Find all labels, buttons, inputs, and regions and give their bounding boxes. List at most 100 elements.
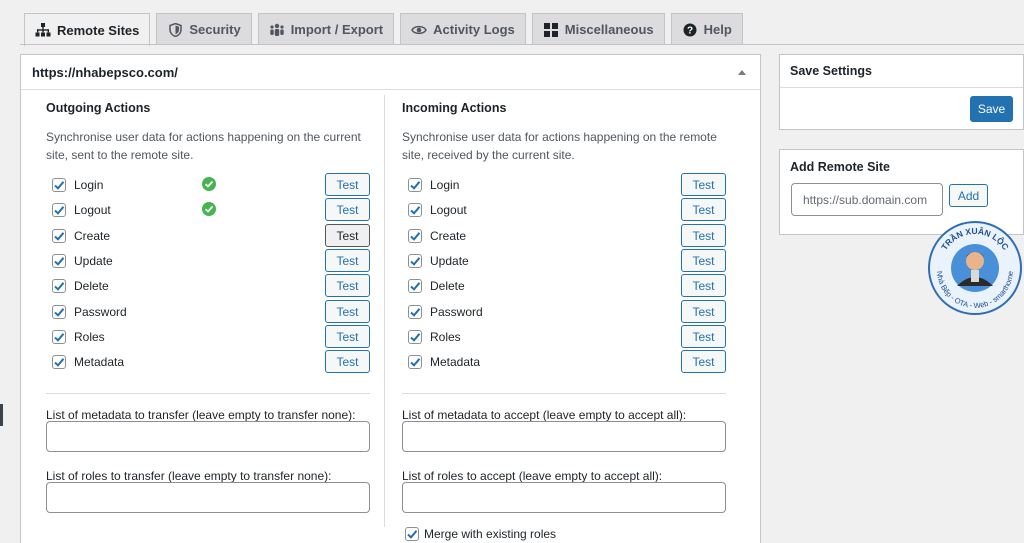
remote-site-url-input[interactable]	[791, 183, 943, 216]
incoming-description: Synchronise user data for actions happen…	[402, 130, 717, 162]
checkbox[interactable]	[52, 279, 66, 293]
add-site-button[interactable]: Add	[949, 184, 988, 207]
tab-label: Activity Logs	[433, 22, 515, 37]
checkbox[interactable]	[52, 254, 66, 268]
checkbox[interactable]	[408, 254, 422, 268]
collapse-toggle-icon[interactable]	[735, 65, 749, 79]
action-label: Login	[74, 178, 104, 192]
action-label: Logout	[430, 203, 467, 217]
outgoing-action-row: Update Test	[52, 249, 370, 273]
sitemap-icon	[35, 22, 51, 38]
test-button[interactable]: Test	[681, 274, 726, 297]
metadata-accept-input[interactable]	[402, 421, 726, 452]
test-button[interactable]: Test	[325, 224, 370, 247]
save-settings-box: Save Settings Save	[779, 54, 1024, 130]
test-button[interactable]: Test	[681, 350, 726, 373]
grid-icon	[543, 22, 559, 38]
checkbox[interactable]	[52, 330, 66, 344]
checkbox[interactable]	[408, 203, 422, 217]
checkbox[interactable]	[52, 203, 66, 217]
test-button[interactable]: Test	[681, 249, 726, 272]
checkbox[interactable]	[408, 279, 422, 293]
test-button[interactable]: Test	[325, 350, 370, 373]
test-button[interactable]: Test	[681, 198, 726, 221]
remote-site-panel: https://nhabepsco.com/ Outgoing Actions …	[20, 54, 761, 543]
test-button[interactable]: Test	[325, 198, 370, 221]
checkbox[interactable]	[408, 229, 422, 243]
roles-transfer-input[interactable]	[46, 482, 370, 513]
tab-security[interactable]: Security	[156, 13, 252, 45]
metadata-transfer-input[interactable]	[46, 421, 370, 452]
test-button[interactable]: Test	[325, 173, 370, 196]
checkbox[interactable]	[52, 305, 66, 319]
tab-remote-sites[interactable]: Remote Sites	[24, 13, 151, 46]
merge-roles-label: Merge with existing roles	[424, 527, 557, 541]
test-button[interactable]: Test	[325, 300, 370, 323]
checkbox[interactable]	[408, 305, 422, 319]
outgoing-action-row: Login Test	[52, 173, 370, 197]
tab-label: Miscellaneous	[564, 22, 654, 37]
merge-roles-checkbox[interactable]	[405, 527, 419, 541]
incoming-title: Incoming Actions	[402, 101, 507, 115]
test-button[interactable]: Test	[681, 224, 726, 247]
shield-icon	[167, 22, 183, 38]
checkbox[interactable]	[408, 178, 422, 192]
checkbox[interactable]	[52, 229, 66, 243]
eye-icon	[411, 22, 427, 38]
outgoing-action-row: Delete Test	[52, 274, 370, 298]
action-label: Roles	[74, 330, 105, 344]
incoming-action-row: Roles Test	[408, 325, 726, 349]
action-label: Logout	[74, 203, 111, 217]
outgoing-description: Synchronise user data for actions happen…	[46, 130, 361, 162]
test-button[interactable]: Test	[681, 173, 726, 196]
test-button[interactable]: Test	[325, 325, 370, 348]
add-remote-site-title: Add Remote Site	[790, 159, 891, 174]
test-button[interactable]: Test	[325, 249, 370, 272]
outgoing-title: Outgoing Actions	[46, 101, 151, 115]
tab-label: Import / Export	[290, 22, 384, 37]
action-label: Create	[74, 229, 111, 243]
tab-import-export[interactable]: Import / Export	[257, 13, 395, 45]
incoming-action-row: Login Test	[408, 173, 726, 197]
test-button[interactable]: Test	[325, 274, 370, 297]
action-label: Update	[74, 254, 113, 268]
outgoing-action-row: Roles Test	[52, 325, 370, 349]
settings-tabs: Remote Sites Security Import / Export Ac…	[24, 13, 743, 46]
tab-activity-logs[interactable]: Activity Logs	[400, 13, 526, 45]
action-label: Password	[74, 305, 127, 319]
test-button[interactable]: Test	[681, 300, 726, 323]
tab-help[interactable]: ? Help	[670, 13, 743, 45]
checkbox[interactable]	[408, 355, 422, 369]
metadata-accept-label: List of metadata to accept (leave empty …	[402, 408, 687, 422]
outgoing-action-row: Password Test	[52, 300, 370, 324]
incoming-action-row: Metadata Test	[408, 350, 726, 374]
incoming-action-row: Delete Test	[408, 274, 726, 298]
checkbox[interactable]	[52, 355, 66, 369]
roles-accept-input[interactable]	[402, 482, 726, 513]
action-label: Create	[430, 229, 467, 243]
edge-marker	[0, 404, 3, 426]
tab-label: Remote Sites	[57, 22, 140, 38]
panel-header[interactable]: https://nhabepsco.com/	[21, 55, 760, 90]
action-label: Delete	[74, 279, 109, 293]
metadata-transfer-label: List of metadata to transfer (leave empt…	[46, 408, 356, 422]
incoming-action-row: Create Test	[408, 224, 726, 248]
action-label: Update	[430, 254, 469, 268]
tabs-divider	[20, 44, 1024, 45]
action-label: Roles	[430, 330, 461, 344]
section-divider	[46, 393, 370, 394]
outgoing-action-row: Create Test	[52, 224, 370, 248]
action-label: Password	[430, 305, 483, 319]
incoming-action-row: Password Test	[408, 300, 726, 324]
checkbox[interactable]	[52, 178, 66, 192]
success-check-icon	[202, 177, 216, 191]
save-settings-title: Save Settings	[780, 55, 1023, 88]
tab-label: Security	[189, 22, 241, 37]
success-check-icon	[202, 202, 216, 216]
tab-miscellaneous[interactable]: Miscellaneous	[531, 13, 665, 45]
checkbox[interactable]	[408, 330, 422, 344]
question-icon: ?	[682, 22, 698, 38]
outgoing-action-row: Metadata Test	[52, 350, 370, 374]
save-button[interactable]: Save	[970, 96, 1013, 122]
test-button[interactable]: Test	[681, 325, 726, 348]
